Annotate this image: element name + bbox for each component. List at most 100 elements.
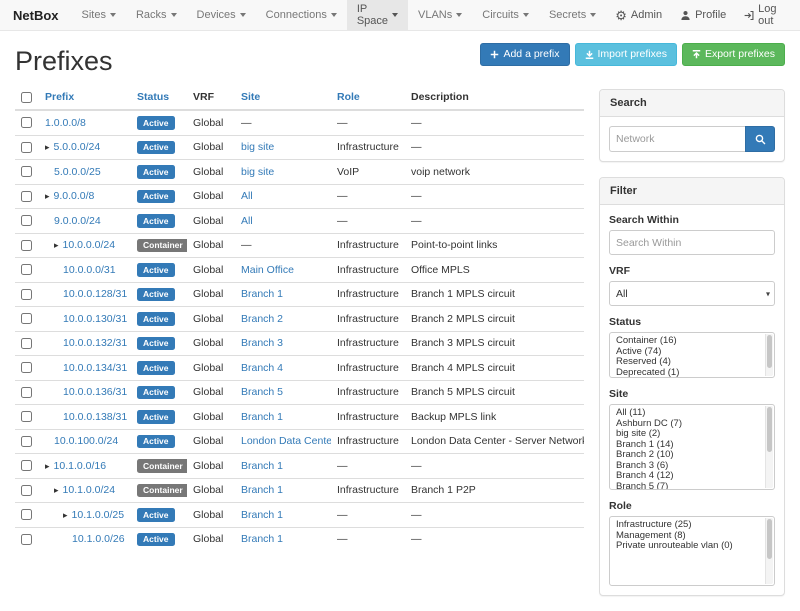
search-input[interactable] [609,126,745,152]
site-link[interactable]: Branch 1 [241,533,283,545]
site-link[interactable]: Branch 5 [241,386,283,398]
prefix-link[interactable]: 10.0.0.132/31 [63,337,127,349]
site-link[interactable]: Branch 2 [241,313,283,325]
search-within-input[interactable] [609,230,775,255]
role-option[interactable]: Management (8) [614,531,762,542]
row-checkbox[interactable] [21,142,32,153]
row-checkbox[interactable] [21,191,32,202]
expand-arrow-icon[interactable]: ▸ [45,191,50,201]
vrf-select[interactable]: All [609,281,775,306]
site-option[interactable]: Branch 3 (6) [614,461,762,472]
prefix-link[interactable]: 9.0.0.0/24 [54,215,101,227]
import-prefixes-button[interactable]: Import prefixes [575,43,677,66]
site-scrollbar[interactable] [765,406,773,488]
prefix-link[interactable]: 10.0.0.138/31 [63,411,127,423]
prefix-link[interactable]: 10.0.0.136/31 [63,386,127,398]
scrollbar-thumb[interactable] [767,335,772,368]
status-scrollbar[interactable] [765,334,773,376]
prefix-link[interactable]: 10.0.0.130/31 [63,313,127,325]
column-header-status[interactable]: Status [131,89,187,110]
column-header-role[interactable]: Role [331,89,405,110]
row-checkbox[interactable] [21,509,32,520]
site-option[interactable]: Branch 1 (14) [614,440,762,451]
expand-arrow-icon[interactable]: ▸ [45,142,50,152]
status-option[interactable]: Container (16) [614,336,762,347]
nav-vlans[interactable]: VLANs [408,0,472,30]
site-listbox[interactable]: All (11)Ashburn DC (7)big site (2)Branch… [609,404,775,490]
prefix-link[interactable]: 9.0.0.0/8 [54,190,95,202]
row-checkbox[interactable] [21,460,32,471]
expand-arrow-icon[interactable]: ▸ [63,510,68,520]
nav-racks[interactable]: Racks [126,0,187,30]
site-link[interactable]: Branch 1 [241,411,283,423]
row-checkbox[interactable] [21,264,32,275]
status-option[interactable]: Reserved (4) [614,357,762,368]
role-option[interactable]: Infrastructure (25) [614,520,762,531]
expand-arrow-icon[interactable]: ▸ [54,240,59,250]
log-out-link[interactable]: Log out [735,0,800,30]
nav-ip-space[interactable]: IP Space [347,0,408,30]
prefix-link[interactable]: 10.0.0.0/24 [63,239,116,251]
row-checkbox[interactable] [21,289,32,300]
site-option[interactable]: Ashburn DC (7) [614,419,762,430]
row-checkbox[interactable] [21,534,32,545]
admin-link[interactable]: ⚙Admin [606,0,671,30]
site-link[interactable]: London Data Center [241,435,331,447]
status-listbox[interactable]: Container (16)Active (74)Reserved (4)Dep… [609,332,775,378]
select-all-checkbox[interactable] [21,92,32,103]
prefix-link[interactable]: 10.0.0.128/31 [63,288,127,300]
row-checkbox[interactable] [21,338,32,349]
prefix-link[interactable]: 10.1.0.0/16 [54,460,107,472]
role-listbox[interactable]: Infrastructure (25)Management (8)Private… [609,516,775,586]
site-option[interactable]: big site (2) [614,429,762,440]
prefix-link[interactable]: 10.1.0.0/24 [63,484,116,496]
site-option[interactable]: All (11) [614,408,762,419]
row-checkbox[interactable] [21,362,32,373]
role-scrollbar[interactable] [765,518,773,584]
row-checkbox[interactable] [21,436,32,447]
site-link[interactable]: Main Office [241,264,294,276]
search-button[interactable] [745,126,775,152]
status-option[interactable]: Active (74) [614,347,762,358]
status-option[interactable]: Deprecated (1) [614,368,762,379]
nav-circuits[interactable]: Circuits [472,0,539,30]
site-link[interactable]: Branch 1 [241,460,283,472]
site-link[interactable]: big site [241,166,274,178]
scrollbar-thumb[interactable] [767,519,772,559]
role-option[interactable]: Private unrouteable vlan (0) [614,541,762,552]
column-header-site[interactable]: Site [235,89,331,110]
site-link[interactable]: Branch 1 [241,484,283,496]
prefix-link[interactable]: 1.0.0.0/8 [45,117,86,129]
profile-link[interactable]: Profile [671,0,735,30]
row-checkbox[interactable] [21,313,32,324]
nav-secrets[interactable]: Secrets [539,0,606,30]
prefix-link[interactable]: 10.0.0.134/31 [63,362,127,374]
row-checkbox[interactable] [21,215,32,226]
prefix-link[interactable]: 5.0.0.0/25 [54,166,101,178]
nav-sites[interactable]: Sites [72,0,126,30]
export-prefixes-button[interactable]: Export prefixes [682,43,785,66]
site-option[interactable]: Branch 5 (7) [614,482,762,491]
prefix-link[interactable]: 10.0.0.0/31 [63,264,116,276]
row-checkbox[interactable] [21,117,32,128]
site-option[interactable]: Branch 2 (10) [614,450,762,461]
site-link[interactable]: Branch 1 [241,288,283,300]
add-prefix-button[interactable]: Add a prefix [480,43,569,66]
row-checkbox[interactable] [21,387,32,398]
nav-connections[interactable]: Connections [256,0,347,30]
site-link[interactable]: All [241,215,253,227]
site-option[interactable]: Branch 4 (12) [614,471,762,482]
scrollbar-thumb[interactable] [767,407,772,452]
expand-arrow-icon[interactable]: ▸ [45,461,50,471]
row-checkbox[interactable] [21,166,32,177]
site-link[interactable]: big site [241,141,274,153]
prefix-link[interactable]: 10.0.100.0/24 [54,435,118,447]
row-checkbox[interactable] [21,485,32,496]
prefix-link[interactable]: 5.0.0.0/24 [54,141,101,153]
column-header-prefix[interactable]: Prefix [39,89,131,110]
row-checkbox[interactable] [21,240,32,251]
site-link[interactable]: Branch 4 [241,362,283,374]
expand-arrow-icon[interactable]: ▸ [54,485,59,495]
prefix-link[interactable]: 10.1.0.0/26 [72,533,125,545]
row-checkbox[interactable] [21,411,32,422]
